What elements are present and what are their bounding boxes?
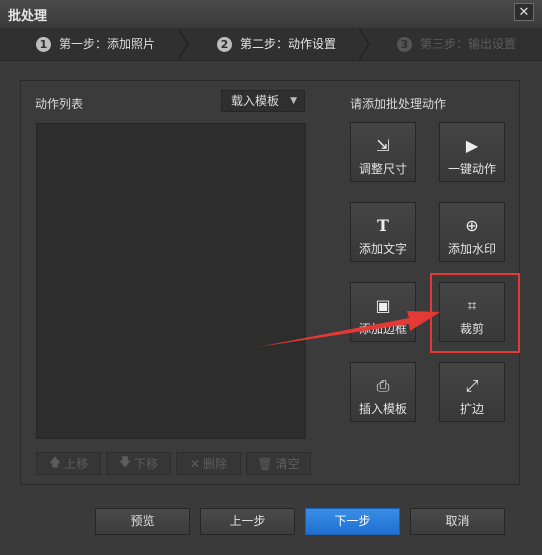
cancel-button[interactable]: 取消 [410, 508, 505, 535]
prev-step-button[interactable]: 上一步 [200, 508, 295, 535]
preview-button[interactable]: 预览 [95, 508, 190, 535]
annotation-arrow-icon [258, 311, 440, 347]
next-step-button[interactable]: 下一步 [305, 508, 400, 535]
